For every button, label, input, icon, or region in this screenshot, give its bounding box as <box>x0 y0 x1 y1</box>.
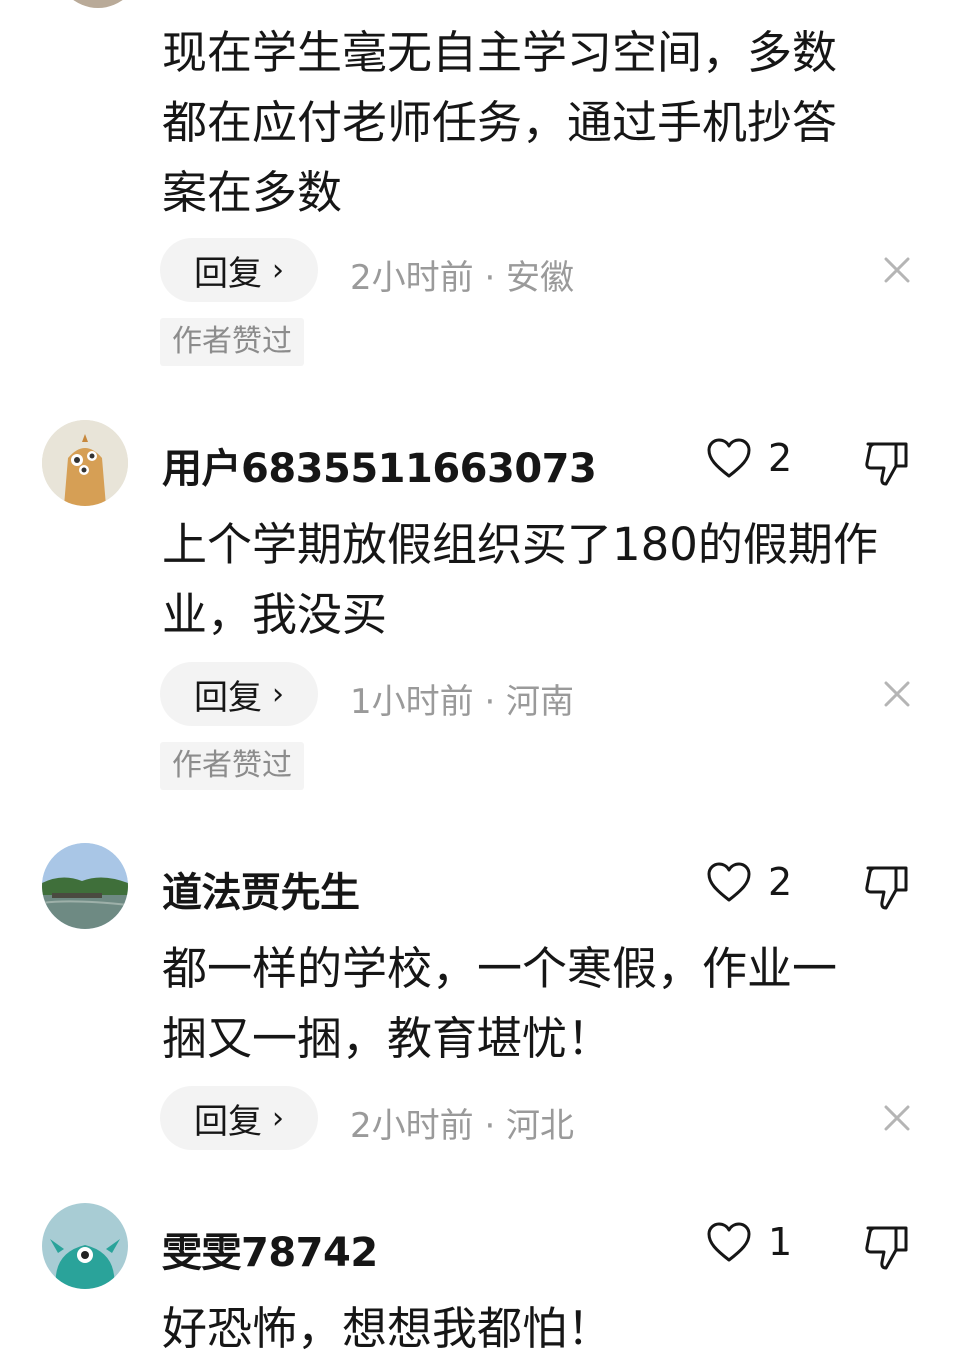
chevron-right-icon: › <box>272 252 284 288</box>
chevron-right-icon: › <box>272 676 284 712</box>
like-count: 2 <box>768 436 793 480</box>
comment-text: 都一样的学校，一个寒假，作业一 捆又一捆，教育堪忧！ <box>162 942 838 1065</box>
chevron-right-icon: › <box>272 1100 284 1136</box>
thumbs-down-outline-icon[interactable] <box>862 438 912 488</box>
close-icon[interactable] <box>882 255 912 285</box>
comment-meta: 1小时前 · 河南 <box>350 682 575 722</box>
close-icon[interactable] <box>882 679 912 709</box>
like-count: 2 <box>768 860 793 904</box>
like-button[interactable]: 2 <box>706 436 792 480</box>
comment-text: 上个学期放假组织买了180的假期作 业，我没买 <box>162 518 878 641</box>
close-icon[interactable] <box>882 1103 912 1133</box>
author-liked-badge: 作者赞过 <box>160 318 304 366</box>
comment-text: 现在学生毫无自主学习空间，多数 都在应付老师任务，通过手机抄答 案在多数 <box>162 26 838 219</box>
like-count: 1 <box>768 1220 793 1264</box>
like-button[interactable]: 2 <box>706 860 792 904</box>
heart-outline-icon <box>707 862 751 902</box>
reply-button[interactable]: 回复 › <box>160 238 318 302</box>
avatar[interactable] <box>42 420 128 506</box>
reply-button[interactable]: 回复 › <box>160 662 318 726</box>
comment-meta: 2小时前 · 安徽 <box>350 258 575 298</box>
like-button[interactable]: 1 <box>706 1220 792 1264</box>
avatar[interactable] <box>42 1203 128 1289</box>
reply-button[interactable]: 回复 › <box>160 1086 318 1150</box>
heart-outline-icon <box>707 438 751 478</box>
author-liked-badge: 作者赞过 <box>160 742 304 790</box>
heart-outline-icon <box>707 1222 751 1262</box>
thumbs-down-outline-icon[interactable] <box>862 1222 912 1272</box>
username[interactable]: 用户6835511663073 <box>162 436 597 494</box>
comment-text: 好恐怖，想想我都怕！ <box>162 1302 613 1355</box>
thumbs-down-outline-icon[interactable] <box>862 862 912 912</box>
comment-meta: 2小时前 · 河北 <box>350 1106 575 1146</box>
avatar[interactable] <box>56 0 140 8</box>
username[interactable]: 道法贾先生 <box>162 860 360 918</box>
username[interactable]: 雯雯78742 <box>162 1220 378 1278</box>
avatar[interactable] <box>42 843 128 929</box>
